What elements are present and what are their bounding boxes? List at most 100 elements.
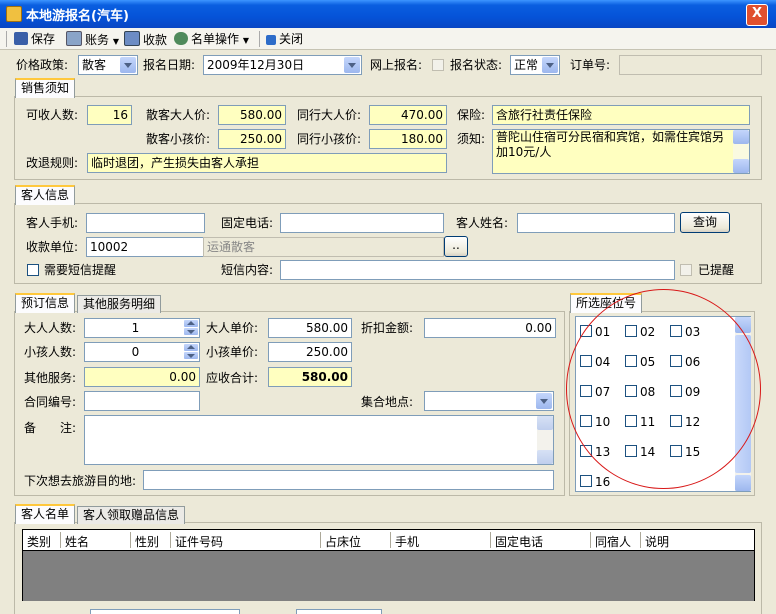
spin-up-icon[interactable]	[184, 320, 198, 327]
remark-label: 备 注:	[24, 421, 77, 435]
adult-price-field[interactable]: 580.00	[218, 105, 286, 125]
meeting-point-select[interactable]	[424, 391, 554, 411]
spin-down-icon[interactable]	[184, 352, 198, 359]
phone-field[interactable]	[280, 213, 444, 233]
footer-field[interactable]	[296, 609, 382, 614]
scroll-down-icon[interactable]	[735, 475, 751, 491]
column-separator[interactable]	[390, 532, 391, 548]
scroll-up-icon[interactable]	[733, 130, 749, 144]
chevron-down-icon	[120, 57, 136, 73]
sms-reminder-checkbox[interactable]	[27, 264, 39, 276]
column-header[interactable]: 固定电话	[495, 533, 543, 550]
tab-gift-info[interactable]: 客人领取赠品信息	[77, 506, 186, 524]
status-select[interactable]: 正常	[510, 55, 560, 75]
tab-other-services[interactable]: 其他服务明细	[77, 295, 162, 313]
adults-spin[interactable]	[184, 320, 198, 336]
peer-child-price-label: 同行小孩价:	[297, 132, 362, 146]
column-separator[interactable]	[590, 532, 591, 548]
adult-unit-field[interactable]: 580.00	[268, 318, 352, 338]
mobile-label: 客人手机:	[26, 216, 79, 230]
payer-browse-button[interactable]: ..	[444, 236, 468, 257]
reminded-checkbox[interactable]	[680, 264, 692, 276]
people-icon	[174, 32, 188, 45]
column-separator[interactable]	[490, 532, 491, 548]
remark-textarea[interactable]	[84, 415, 554, 465]
column-header[interactable]: 类别	[27, 533, 51, 550]
capacity-field[interactable]: 16	[87, 105, 132, 125]
signup-date-picker[interactable]: 2009年12月30日	[203, 55, 362, 75]
meeting-point-label: 集合地点:	[361, 395, 414, 409]
seat-checkbox[interactable]	[580, 475, 592, 487]
column-separator[interactable]	[60, 532, 61, 548]
refund-rule-label: 改退规则:	[26, 156, 79, 170]
column-header[interactable]: 手机	[395, 533, 419, 550]
column-header[interactable]: 占床位	[325, 533, 361, 550]
save-button[interactable]: 保存	[14, 31, 55, 47]
column-separator[interactable]	[320, 532, 321, 548]
child-unit-field[interactable]: 250.00	[268, 342, 352, 362]
toolbar: 保存 账务 ▼ 收款 名单操作 ▼ 关闭	[0, 28, 776, 50]
chevron-down-icon	[536, 393, 552, 409]
footer-field[interactable]	[90, 609, 240, 614]
tab-sales-notice[interactable]: 销售须知	[15, 78, 76, 98]
chevron-down-icon: ▼	[242, 36, 249, 45]
window-title: 本地游报名(汽车)	[26, 9, 129, 24]
remark-scrollbar[interactable]	[537, 416, 553, 464]
save-icon	[14, 32, 28, 45]
notice-textarea[interactable]: 普陀山住宿可分民宿和宾馆，如需住宾馆另加10元/人	[492, 129, 750, 174]
toolbar-grip	[6, 31, 7, 47]
column-header[interactable]: 同宿人	[595, 533, 631, 550]
column-header[interactable]: 姓名	[65, 533, 89, 550]
children-spin[interactable]	[184, 344, 198, 360]
sms-reminder-label: 需要短信提醒	[44, 263, 117, 277]
contract-field[interactable]	[84, 391, 200, 411]
roster-menu-button[interactable]: 名单操作 ▼	[174, 31, 249, 47]
price-policy-select[interactable]: 散客	[78, 55, 138, 75]
exit-icon	[266, 35, 276, 45]
child-price-field[interactable]: 250.00	[218, 129, 286, 149]
guest-name-field[interactable]	[517, 213, 675, 233]
account-button[interactable]: 账务 ▼	[66, 31, 119, 47]
payer-label: 收款单位:	[26, 240, 79, 254]
spin-down-icon[interactable]	[184, 328, 198, 335]
discount-field[interactable]: 0.00	[424, 318, 556, 338]
tab-guest-info[interactable]: 客人信息	[15, 185, 76, 205]
column-separator[interactable]	[130, 532, 131, 548]
tab-booking-info[interactable]: 预订信息	[15, 293, 76, 313]
payer-code-field[interactable]: 10002	[86, 237, 205, 257]
next-destination-field[interactable]	[143, 470, 554, 490]
close-button[interactable]: 关闭	[266, 31, 303, 47]
order-no-label: 订单号:	[570, 58, 611, 72]
seat-16[interactable]: 16	[580, 475, 610, 489]
column-header[interactable]: 性别	[135, 533, 159, 550]
roster-table-body[interactable]	[22, 551, 755, 601]
peer-child-price-field[interactable]: 180.00	[369, 129, 447, 149]
order-no-field[interactable]	[619, 55, 762, 75]
insurance-field[interactable]: 含旅行社责任保险	[492, 105, 750, 125]
toolbar-separator	[259, 31, 260, 47]
sms-content-field[interactable]	[280, 260, 675, 280]
next-destination-label: 下次想去旅游目的地:	[24, 474, 137, 488]
column-separator[interactable]	[640, 532, 641, 548]
column-header[interactable]: 证件号码	[175, 533, 223, 550]
scroll-down-icon[interactable]	[733, 159, 749, 173]
notice-scrollbar[interactable]	[733, 130, 749, 173]
collect-button[interactable]: 收款	[124, 31, 167, 47]
online-signup-checkbox[interactable]	[432, 59, 444, 71]
scroll-up-icon[interactable]	[537, 416, 553, 430]
mobile-field[interactable]	[86, 213, 205, 233]
other-services-field[interactable]: 0.00	[84, 367, 200, 387]
refund-rule-field[interactable]: 临时退团，产生损失由客人承担	[87, 153, 447, 173]
title-bar: 本地游报名(汽车) X	[0, 0, 776, 28]
spin-up-icon[interactable]	[184, 344, 198, 351]
column-separator[interactable]	[170, 532, 171, 548]
peer-adult-price-field[interactable]: 470.00	[369, 105, 447, 125]
column-header[interactable]: 说明	[645, 533, 669, 550]
scroll-down-icon[interactable]	[537, 450, 553, 464]
tab-guest-roster[interactable]: 客人名单	[15, 504, 76, 524]
ledger-icon	[66, 31, 82, 46]
children-stepper[interactable]: 0	[84, 342, 200, 362]
adults-stepper[interactable]: 1	[84, 318, 200, 338]
query-button[interactable]: 查询	[680, 212, 730, 233]
window-close-button[interactable]: X	[746, 4, 768, 26]
